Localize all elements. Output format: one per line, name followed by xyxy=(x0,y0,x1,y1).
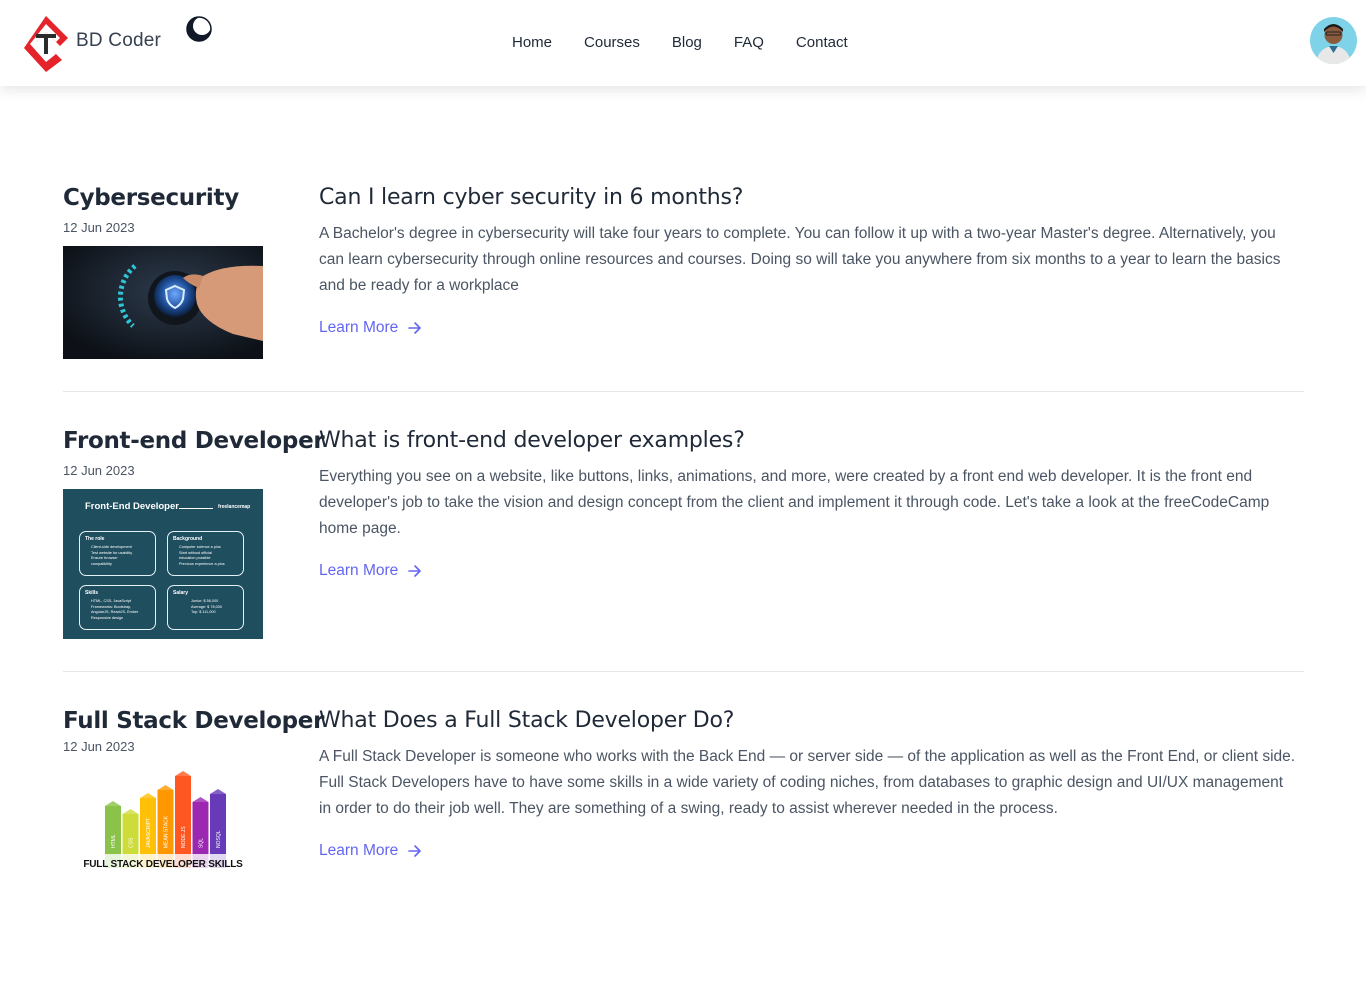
thumb-box-line: compatibility xyxy=(91,561,112,566)
learn-more-label: Learn More xyxy=(319,319,399,336)
learn-more-link[interactable]: Learn More xyxy=(319,319,422,337)
thumb-box-line: Previous experience a plus xyxy=(179,561,225,566)
post-card: Front-end Developer 12 Jun 2023 Front-En… xyxy=(63,428,1304,643)
nav-contact[interactable]: Contact xyxy=(796,34,848,51)
post-date: 12 Jun 2023 xyxy=(63,463,135,478)
nav-home[interactable]: Home xyxy=(512,34,552,51)
cybersecurity-illustration xyxy=(63,246,263,359)
learn-more-label: Learn More xyxy=(319,562,399,579)
thumb-box-title: Salary xyxy=(173,590,189,596)
post-excerpt: A Bachelor's degree in cybersecurity wil… xyxy=(319,225,1281,294)
post-category[interactable]: Full Stack Developer xyxy=(63,708,324,734)
skill-bar-label: SQL xyxy=(199,838,205,848)
brand-name[interactable]: BD Coder xyxy=(76,30,161,52)
main-nav: Home Courses Blog FAQ Contact xyxy=(512,34,880,51)
post-divider xyxy=(63,391,1304,392)
post-divider xyxy=(63,671,1304,672)
skill-bar-label: JAVASCRIPT xyxy=(146,818,152,848)
fullstack-skills-image[interactable]: HTML CSS JAVASCRIPT MEAN STACK NODE.JS SQL NOS… xyxy=(63,766,263,890)
post-date: 12 Jun 2023 xyxy=(63,739,135,754)
thumb-box-line: Top: $ 111,000 xyxy=(191,610,216,614)
nav-faq[interactable]: FAQ xyxy=(734,34,764,51)
thumb-heading: Front-End Developer xyxy=(85,501,179,512)
skill-bar-label: MEAN STACK xyxy=(164,815,170,848)
thumb-box-role: The role Client-side development Test we… xyxy=(79,531,156,576)
thumb-box-line: Responsive design xyxy=(91,615,124,620)
post-date: 12 Jun 2023 xyxy=(63,220,135,235)
post-card: Full Stack Developer 12 Jun 2023 HTML CSS… xyxy=(63,708,1304,898)
post-category[interactable]: Cybersecurity xyxy=(63,185,239,211)
skill-bar: NODE.JS xyxy=(175,771,191,868)
skill-bar: SQL xyxy=(192,797,209,868)
arrow-right-icon xyxy=(408,565,422,577)
frontend-roadmap-image[interactable]: Front-End Developer freelancemap The rol… xyxy=(63,489,263,639)
skill-bar-label: NOSQL xyxy=(216,830,222,848)
learn-more-label: Learn More xyxy=(319,842,399,859)
post-title[interactable]: Can I learn cyber security in 6 months? xyxy=(319,185,743,210)
learn-more-link[interactable]: Learn More xyxy=(319,842,422,860)
thumb-rule xyxy=(179,508,213,509)
post-card: Cybersecurity 12 Jun 2023 Can I learn cy… xyxy=(63,185,1304,365)
cybersecurity-image[interactable] xyxy=(63,246,263,359)
skill-bar-label: NODE.JS xyxy=(181,826,187,848)
nav-blog[interactable]: Blog xyxy=(672,34,702,51)
thumb-box-title: Background xyxy=(173,536,203,542)
learn-more-link[interactable]: Learn More xyxy=(319,562,422,580)
skill-bar: MEAN STACK xyxy=(157,785,174,868)
bd-coder-logo-icon[interactable] xyxy=(22,14,70,72)
moon-icon[interactable] xyxy=(186,16,212,42)
nav-courses[interactable]: Courses xyxy=(584,34,640,51)
arrow-right-icon xyxy=(408,322,422,334)
post-excerpt: Everything you see on a website, like bu… xyxy=(319,468,1270,537)
skill-bar-label: HTML xyxy=(111,834,117,848)
post-category[interactable]: Front-end Developer xyxy=(63,428,325,454)
post-excerpt: A Full Stack Developer is someone who wo… xyxy=(319,748,1296,817)
avatar-image xyxy=(1310,17,1357,64)
skill-bar-label: CSS xyxy=(129,837,135,848)
thumb-box-background: Background Computer science a plus Start… xyxy=(167,531,244,576)
skill-bar: JAVASCRIPT xyxy=(140,793,156,868)
site-header: BD Coder Home Courses Blog FAQ Contact xyxy=(0,0,1366,86)
user-avatar[interactable] xyxy=(1310,17,1357,64)
thumb-caption: FULL STACK DEVELOPER SKILLS xyxy=(83,859,243,870)
post-title[interactable]: What is front-end developer examples? xyxy=(319,428,745,453)
thumb-brand: freelancemap xyxy=(218,504,251,510)
fullstack-skills-illustration: HTML CSS JAVASCRIPT MEAN STACK NODE.JS SQL NOS… xyxy=(105,771,226,868)
thumb-box-title: Skills xyxy=(85,590,99,596)
post-title[interactable]: What Does a Full Stack Developer Do? xyxy=(319,708,734,733)
arrow-right-icon xyxy=(408,845,422,857)
thumb-box-skills: Skills HTML, CSS, JavaScript Frameworks:… xyxy=(79,585,156,630)
thumb-box-title: The role xyxy=(85,536,105,542)
skill-bar: HTML xyxy=(105,801,121,868)
skill-bar: NOSQL xyxy=(210,789,226,868)
thumb-box-salary: Salary Junior: $ 56,000 Average: $ 78,00… xyxy=(167,585,244,630)
